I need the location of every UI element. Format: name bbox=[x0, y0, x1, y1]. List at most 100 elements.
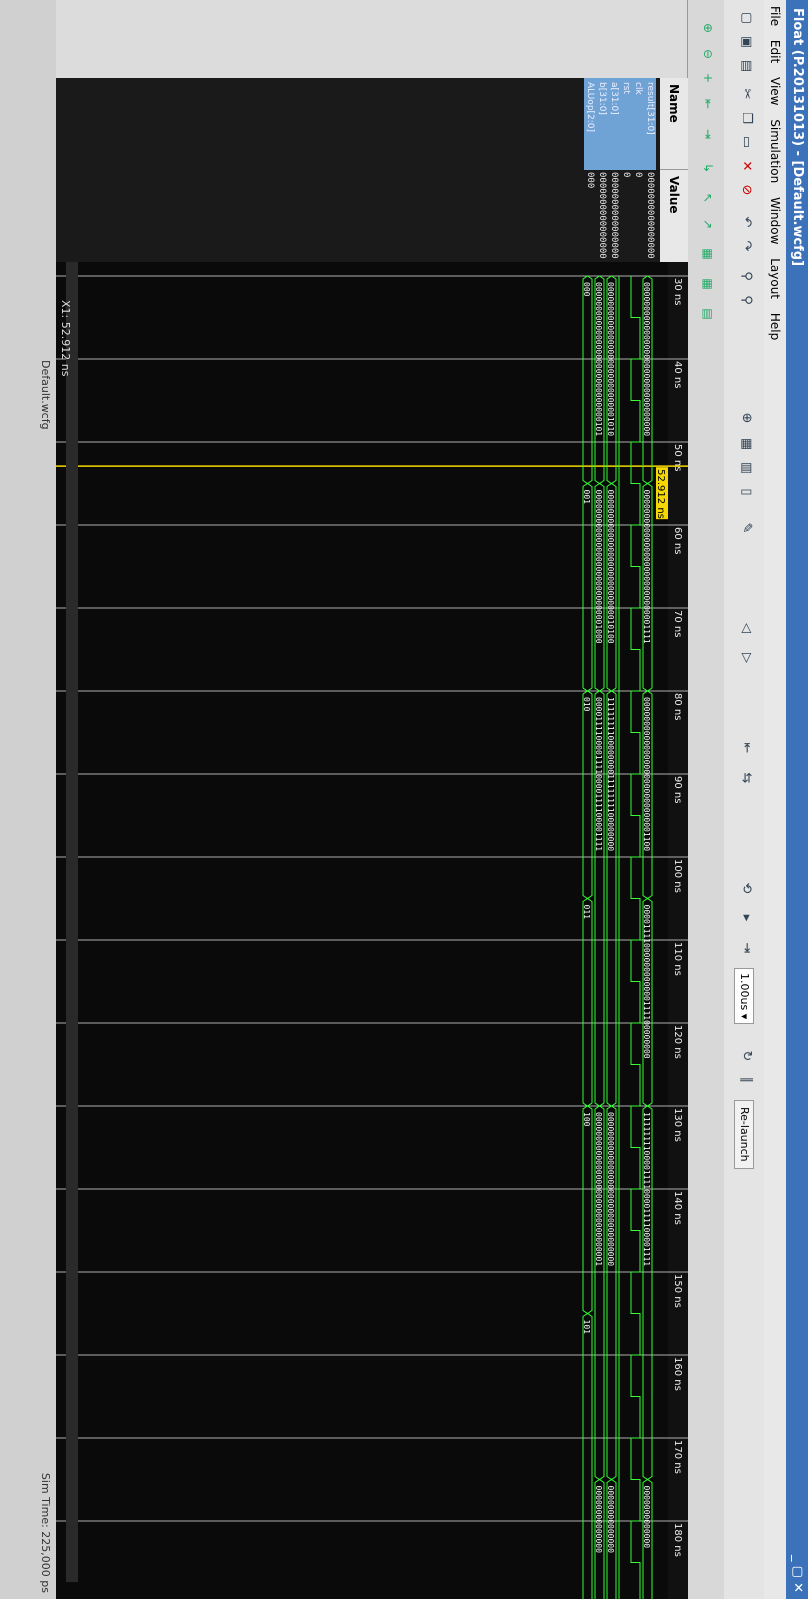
b-bus-value-label: 00001111000011110000111100001111 bbox=[594, 697, 603, 851]
run-for-icon[interactable]: ⇥ bbox=[738, 940, 754, 956]
menu-view[interactable]: View bbox=[768, 77, 782, 105]
b-bus-value-label: 00000000000000000000000000000001 bbox=[594, 1112, 603, 1266]
aluop-bus-segment bbox=[582, 690, 593, 900]
zoom-in-icon[interactable]: ⊕ bbox=[700, 20, 716, 36]
value-column-header[interactable]: Value bbox=[660, 170, 688, 262]
result-bus-value-label: 00001111000000000000111100000000 bbox=[642, 905, 651, 1059]
time-tick-label: 160 ns bbox=[672, 1357, 683, 1391]
time-tick-label: 50 ns bbox=[672, 444, 683, 471]
aluop-bus-segment bbox=[582, 275, 593, 485]
aluop-bus-segment bbox=[582, 482, 593, 692]
horizontal-scrollbar[interactable] bbox=[66, 262, 78, 1582]
undo-icon[interactable]: ↶ bbox=[738, 214, 754, 230]
aluop-bus-segment bbox=[582, 897, 593, 1107]
menu-file[interactable]: File bbox=[768, 6, 782, 26]
restart-icon[interactable]: ⟲ bbox=[738, 880, 754, 896]
zoom-out-icon[interactable]: ▥ bbox=[738, 460, 754, 476]
signal-name[interactable]: clk bbox=[632, 78, 644, 170]
time-tick-label: 130 ns bbox=[672, 1108, 683, 1142]
snap-icon[interactable]: ↗ bbox=[700, 216, 716, 232]
aluop-bus-value-label: 001 bbox=[582, 490, 591, 505]
add-marker-icon[interactable]: ↳ bbox=[700, 160, 716, 176]
marker-icon[interactable]: ✎ bbox=[738, 520, 754, 536]
signal-name[interactable]: rst bbox=[620, 78, 632, 170]
run-time-select[interactable]: 1.00us ▾ bbox=[734, 968, 754, 1025]
window-controls[interactable]: _ ▢ ✕ bbox=[786, 1555, 808, 1593]
delete-icon[interactable]: ✕ bbox=[738, 158, 754, 174]
zoom-out-icon[interactable]: ⊖ bbox=[700, 46, 716, 62]
menu-help[interactable]: Help bbox=[768, 313, 782, 340]
waveform-pane[interactable]: 30 ns 40 ns 50 ns 60 ns 70 ns 80 ns 90 ns 100 n… bbox=[0, 262, 688, 1599]
wave-tool-strip: ⊕ ⊖ + ⇤ ⇥ ↳ ↖ ↗ ▦ ▦ ▤ bbox=[687, 0, 724, 1599]
aluop-bus-value-label: 000 bbox=[582, 282, 591, 297]
redo-icon[interactable]: ↷ bbox=[738, 238, 754, 254]
time-tick-label: 60 ns bbox=[672, 527, 683, 554]
copy-icon[interactable]: ❐ bbox=[738, 110, 754, 126]
signal-name[interactable]: result[31:0] bbox=[644, 78, 656, 170]
wcfg-tab[interactable]: Default.wcfg bbox=[39, 360, 52, 430]
layout-icon[interactable]: ▤ bbox=[700, 306, 716, 322]
menu-layout[interactable]: Layout bbox=[768, 258, 782, 299]
swap-icon[interactable]: ⇆ bbox=[738, 770, 754, 786]
signal-value: 0 bbox=[621, 172, 631, 178]
add-marker-icon[interactable]: ⇤ bbox=[738, 740, 754, 756]
cursor-label: 52.912 ns bbox=[655, 469, 666, 519]
result-bus-value-label: 00000000000000000000000000001100 bbox=[642, 697, 651, 851]
aluop-bus-segment bbox=[582, 1105, 593, 1315]
time-tick-label: 120 ns bbox=[672, 1025, 683, 1059]
b-bus-value-label: 00000000000000 bbox=[594, 1486, 603, 1554]
cursor-icon[interactable]: ↖ bbox=[700, 190, 716, 206]
find-next-icon[interactable]: ⚲ bbox=[738, 292, 754, 308]
cut-icon[interactable]: ✂ bbox=[738, 86, 754, 102]
relaunch-step-icon[interactable]: ↻ bbox=[738, 1048, 754, 1064]
new-file-icon[interactable]: ▢ bbox=[738, 10, 754, 26]
open-folder-icon[interactable]: ▣ bbox=[738, 34, 754, 50]
run-all-icon[interactable]: ▸ bbox=[738, 910, 754, 926]
time-tick-label: 150 ns bbox=[672, 1274, 683, 1308]
name-column-header[interactable]: Name bbox=[660, 78, 688, 170]
signal-value: 0000000000000000 bbox=[597, 172, 607, 259]
a-bus-value-label: 00000000000000000000000000001010 bbox=[606, 282, 615, 436]
result-bus-value-label: 11111111000011110000111100001111 bbox=[642, 1112, 651, 1266]
next-edge-icon[interactable]: ▷ bbox=[738, 650, 754, 666]
result-bus-value-label: 00000000000000000000000000000000 bbox=[642, 282, 651, 436]
menu-window[interactable]: Window bbox=[768, 197, 782, 244]
menu-simulation[interactable]: Simulation bbox=[768, 119, 782, 183]
signal-name[interactable]: b[31:0] bbox=[596, 78, 608, 170]
waveform-canvas[interactable]: 30 ns 40 ns 50 ns 60 ns 70 ns 80 ns 90 ns 100 n… bbox=[0, 262, 688, 1599]
zoom-fit-icon[interactable]: ⊕ bbox=[738, 410, 754, 426]
pause-icon[interactable]: ∥ bbox=[738, 1072, 754, 1088]
grid-icon[interactable]: ▦ bbox=[700, 276, 716, 292]
signal-value: 0000000000000000 bbox=[609, 172, 619, 259]
relaunch-button[interactable]: Re-launch bbox=[734, 1100, 754, 1169]
aluop-bus-value-label: 011 bbox=[582, 905, 591, 920]
add-wave-icon[interactable]: + bbox=[700, 70, 716, 86]
save-icon[interactable]: ▤ bbox=[738, 58, 754, 74]
a-bus-value-label: 00000000000000 bbox=[606, 1486, 615, 1554]
zoom-full-icon[interactable]: ▯ bbox=[738, 484, 754, 500]
sim-time: Sim Time: 225,000 ps bbox=[39, 1472, 52, 1593]
prev-edge-icon[interactable]: ◁ bbox=[738, 620, 754, 636]
menu-edit[interactable]: Edit bbox=[768, 40, 782, 63]
signal-name-pane: result[31:0] clk rst a[31:0] b[31:0] ALU… bbox=[0, 78, 660, 170]
signal-name[interactable]: a[31:0] bbox=[608, 78, 620, 170]
time-tick-label: 110 ns bbox=[672, 942, 683, 976]
signal-value-pane: 0000000000000000 0 0 0000000000000000 00… bbox=[0, 170, 660, 262]
time-tick-label: 180 ns bbox=[672, 1523, 683, 1557]
next-transition-icon[interactable]: ⇥ bbox=[700, 126, 716, 142]
zoom-in-icon[interactable]: ▦ bbox=[738, 436, 754, 452]
toolbar: ▢ ▣ ▤ ✂ ❐ ▭ ✕ ⊘ ↶ ↷ ⚲ ⚲ ⊕ ▦ ▥ ▯ ✎ ◁ ▷ ⇤ … bbox=[723, 0, 764, 1599]
aluop-bus-value-label: 100 bbox=[582, 1112, 591, 1127]
find-icon[interactable]: ⚲ bbox=[738, 268, 754, 284]
signal-name[interactable]: ALUop[2:0] bbox=[584, 78, 596, 170]
time-tick-label: 100 ns bbox=[672, 859, 683, 893]
go-to-start-icon[interactable]: ⇤ bbox=[700, 96, 716, 112]
signal-value: 0000000000000000 bbox=[645, 172, 655, 259]
paste-icon[interactable]: ▭ bbox=[738, 134, 754, 150]
relaunch-label: Re-launch bbox=[738, 1107, 751, 1162]
signal-value: 000 bbox=[585, 172, 595, 189]
signal-value: 0 bbox=[633, 172, 643, 178]
stop-icon[interactable]: ⊘ bbox=[738, 182, 754, 198]
time-tick-label: 90 ns bbox=[672, 776, 683, 803]
grid-icon[interactable]: ▦ bbox=[700, 246, 716, 262]
